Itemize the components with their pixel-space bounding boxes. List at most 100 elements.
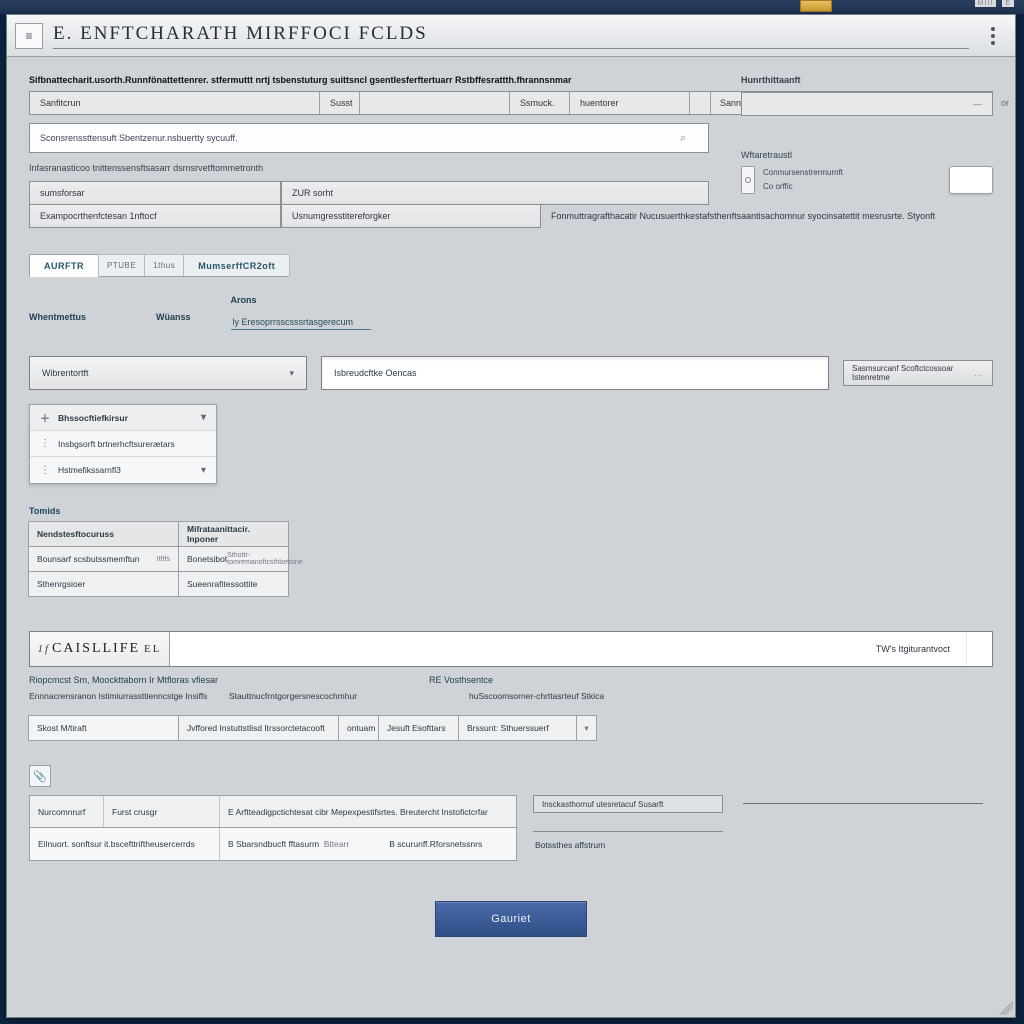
field-2-label: Wüanss <box>156 312 191 322</box>
tomids-r2b[interactable]: Sueenrafitessottite <box>178 571 289 597</box>
category-select[interactable]: Wibrentortft ▾ <box>29 356 307 390</box>
bar-5[interactable]: Brssunt: Sthuerssuerf <box>458 715 577 741</box>
right-col-select[interactable]: — <box>741 92 993 116</box>
dash-icon: — <box>973 99 982 109</box>
rowC-c3: Fonmuttragrafthacatir Nucusuerthkestafst… <box>541 204 969 228</box>
col-6[interactable]: or <box>990 92 1020 114</box>
tab-3[interactable]: 1thus <box>144 254 184 276</box>
tomids-r1c[interactable]: Bonetsibot Sthottr-tomremanoftcsthbetton… <box>178 546 289 572</box>
col-2[interactable]: Susst <box>320 92 360 114</box>
hamburger-icon: ≡ <box>25 29 32 43</box>
caslife-post: EL <box>144 643 161 655</box>
tree-node-1[interactable]: ＋ Bhssocftiefkirsur ▾ <box>30 405 216 431</box>
tab-2[interactable]: PTUBE <box>98 254 145 276</box>
tree-node-2-label: Insbgsorft brtnerhcftsurerætars <box>58 439 175 449</box>
tomids-h1[interactable]: Nendstesftocuruss <box>28 521 179 547</box>
search-input[interactable]: Sconsrenssttensuft Sbentzenur.nsbuertty … <box>29 123 709 153</box>
bottom-grid: Nurcomnrurf Furst crusgr E Arftteadigpct… <box>29 795 993 861</box>
tomids-label: Tomids <box>29 506 993 516</box>
field-1-label: Whentmettus <box>29 312 86 322</box>
rowB-c2[interactable]: ZUR sorht <box>281 181 709 205</box>
search-icon: ⌕ <box>668 132 698 145</box>
caslife-end <box>966 632 992 666</box>
description-input[interactable]: Isbreudcftke Oencas <box>321 356 829 390</box>
ellipsis-icon: … <box>974 369 984 378</box>
submit-button[interactable]: Gauriet <box>435 901 587 937</box>
tree-node-2[interactable]: ⋮ Insbgsorft brtnerhcftsurerætars <box>30 431 216 457</box>
bottom-mid-head[interactable]: Insckasthornuf utesretacuf Susarft <box>533 795 723 813</box>
field-3-input[interactable] <box>231 315 371 330</box>
caslife-bar: 1f CAISLLIFE EL TW's Itgiturantvoct <box>29 631 993 667</box>
resize-grip-icon[interactable] <box>999 1001 1013 1015</box>
tab-1[interactable]: AURFTR <box>29 254 99 277</box>
kebab-menu-button[interactable] <box>979 22 1007 50</box>
tab-4[interactable]: MumserffCR2oft <box>183 254 290 276</box>
meta-1-left: Riopcmcst Sm, Moockttaborn Ir Mtfloras v… <box>29 675 429 685</box>
meta-2c: huSscoomsorner-chrttasrteuf Stkica <box>469 691 993 701</box>
side-browse-button[interactable]: Sasmsurcanf Scoftctcossoar Istenretme … <box>843 360 993 386</box>
form-canvas: Hunrthittaanft — Wftaretraustl Conmursen… <box>7 57 1015 1017</box>
right-column: Hunrthittaanft — Wftaretraustl Conmursen… <box>741 75 993 194</box>
bl-r2b1b: Bttearr <box>324 839 350 849</box>
data-chip[interactable] <box>949 166 993 194</box>
bl-h2[interactable]: Furst crusgr <box>104 796 220 827</box>
col-4[interactable]: huentorer <box>570 92 690 114</box>
tree-panel: ＋ Bhssocftiefkirsur ▾ ⋮ Insbgsorft brtne… <box>29 404 217 484</box>
caslife-right-text: TW's Itgiturantvoct <box>876 644 950 654</box>
bl-r2a[interactable]: Eilnuort. sonftsur it.bscefttriftheuserc… <box>30 828 220 860</box>
right-option-box: Conmursenstrermurnft Co orffic <box>741 166 993 194</box>
menu-icon[interactable]: ≡ <box>15 23 43 49</box>
hint-text: Infasranasticoo tnittenssensftsasarr dsr… <box>29 163 709 173</box>
category-select-value: Wibrentortft <box>42 368 89 378</box>
opt2: Co orffic <box>763 180 843 194</box>
title-bar: ≡ E. ENFTCHARATH MIRFFOCI FCLDS <box>7 15 1015 57</box>
bar-1[interactable]: Skost M/tiraft <box>28 715 179 741</box>
tab-strip: AURFTR PTUBE 1thus MumserffCR2oft <box>29 254 289 277</box>
app-top-strip: MIII E <box>0 0 1024 14</box>
bl-r2b2: B scurunff.Rforsnetssnrs <box>389 839 482 849</box>
col-1[interactable]: Sanfitcrun <box>30 92 320 114</box>
top-a: MIII <box>975 0 997 7</box>
tree-node-1-label: Bhssocftiefkirsur <box>58 413 128 423</box>
col-3[interactable]: Ssmuck. <box>510 92 570 114</box>
radio-toggle[interactable] <box>741 166 755 194</box>
plus-icon: ＋ <box>40 410 50 425</box>
bl-h1[interactable]: Nurcomnrurf <box>30 796 104 827</box>
tree-node-3-label: Hstmefikssarnfl3 <box>58 465 121 475</box>
chevron-down-icon: ▾ <box>201 412 206 423</box>
col-gap2 <box>690 92 711 114</box>
select-row: Wibrentortft ▾ Isbreudcftke Oencas Sasms… <box>29 356 993 390</box>
bar-3[interactable]: ontuam <box>338 715 379 741</box>
bar-end-icon[interactable]: ▾ <box>576 715 597 741</box>
chevron-down-icon: ▾ <box>201 465 206 476</box>
tomids-h2[interactable]: Mifrataanittacir. Inponer <box>178 521 289 547</box>
tomids-r2a[interactable]: Sthenrgsioer <box>28 571 179 597</box>
opt1: Conmursenstrermurnft <box>763 166 843 180</box>
bottom-right-rule <box>743 803 983 804</box>
bl-h3[interactable]: E Arftteadigpctichtesat cibr Mepexpestif… <box>220 796 516 827</box>
bar-2[interactable]: Jvffored Instuttstlisd Itrssorctetacooft <box>178 715 339 741</box>
title-underline <box>53 48 969 49</box>
bar-4[interactable]: Jesuft Esofttars <box>378 715 459 741</box>
description-value: Isbreudcftke Oencas <box>334 368 417 378</box>
bl-r2b[interactable]: B Sbarsndbucft fftasurm Bttearr B scurun… <box>220 828 516 860</box>
tomids-r1d: Sthottr-tomremanoftcsthbettone <box>227 552 302 566</box>
rowB-c1[interactable]: sumsforsar <box>29 181 281 205</box>
meta-2a: Ennnacrensranon Istimiurrassttienncstge … <box>29 691 229 701</box>
top-right-labels: MIII E <box>975 0 1014 7</box>
form-row: Whentmettus Wüanss Arons <box>29 295 993 330</box>
caslife-main: CAISLLIFE <box>52 641 140 657</box>
tomids-r1a[interactable]: Bounsarf scsbutssmemftun Itftfs <box>28 546 179 572</box>
bottom-mid-line: Botssthes affstrum <box>533 831 723 850</box>
submit-wrap: Gauriet <box>29 901 993 937</box>
attachment-icon[interactable]: 📎 <box>29 765 51 787</box>
meta-row-2: Ennnacrensranon Istimiurrassttienncstge … <box>29 691 993 701</box>
caslife-logo: 1f CAISLLIFE EL <box>30 632 170 666</box>
right-options-text: Conmursenstrermurnft Co orffic <box>763 166 843 194</box>
rowC-c1[interactable]: Exampocrthenfctesan 1nftocf <box>29 204 281 228</box>
bullet-icon: ⋮ <box>40 438 50 449</box>
bottom-left-row: Eilnuort. sonftsur it.bscefttriftheuserc… <box>30 828 516 860</box>
rowC-c2[interactable]: Usnumgresstitereforgker <box>281 204 541 228</box>
right-col-title: Hunrthittaanft <box>741 75 993 85</box>
tree-node-3[interactable]: ⋮ Hstmefikssarnfl3 ▾ <box>30 457 216 483</box>
